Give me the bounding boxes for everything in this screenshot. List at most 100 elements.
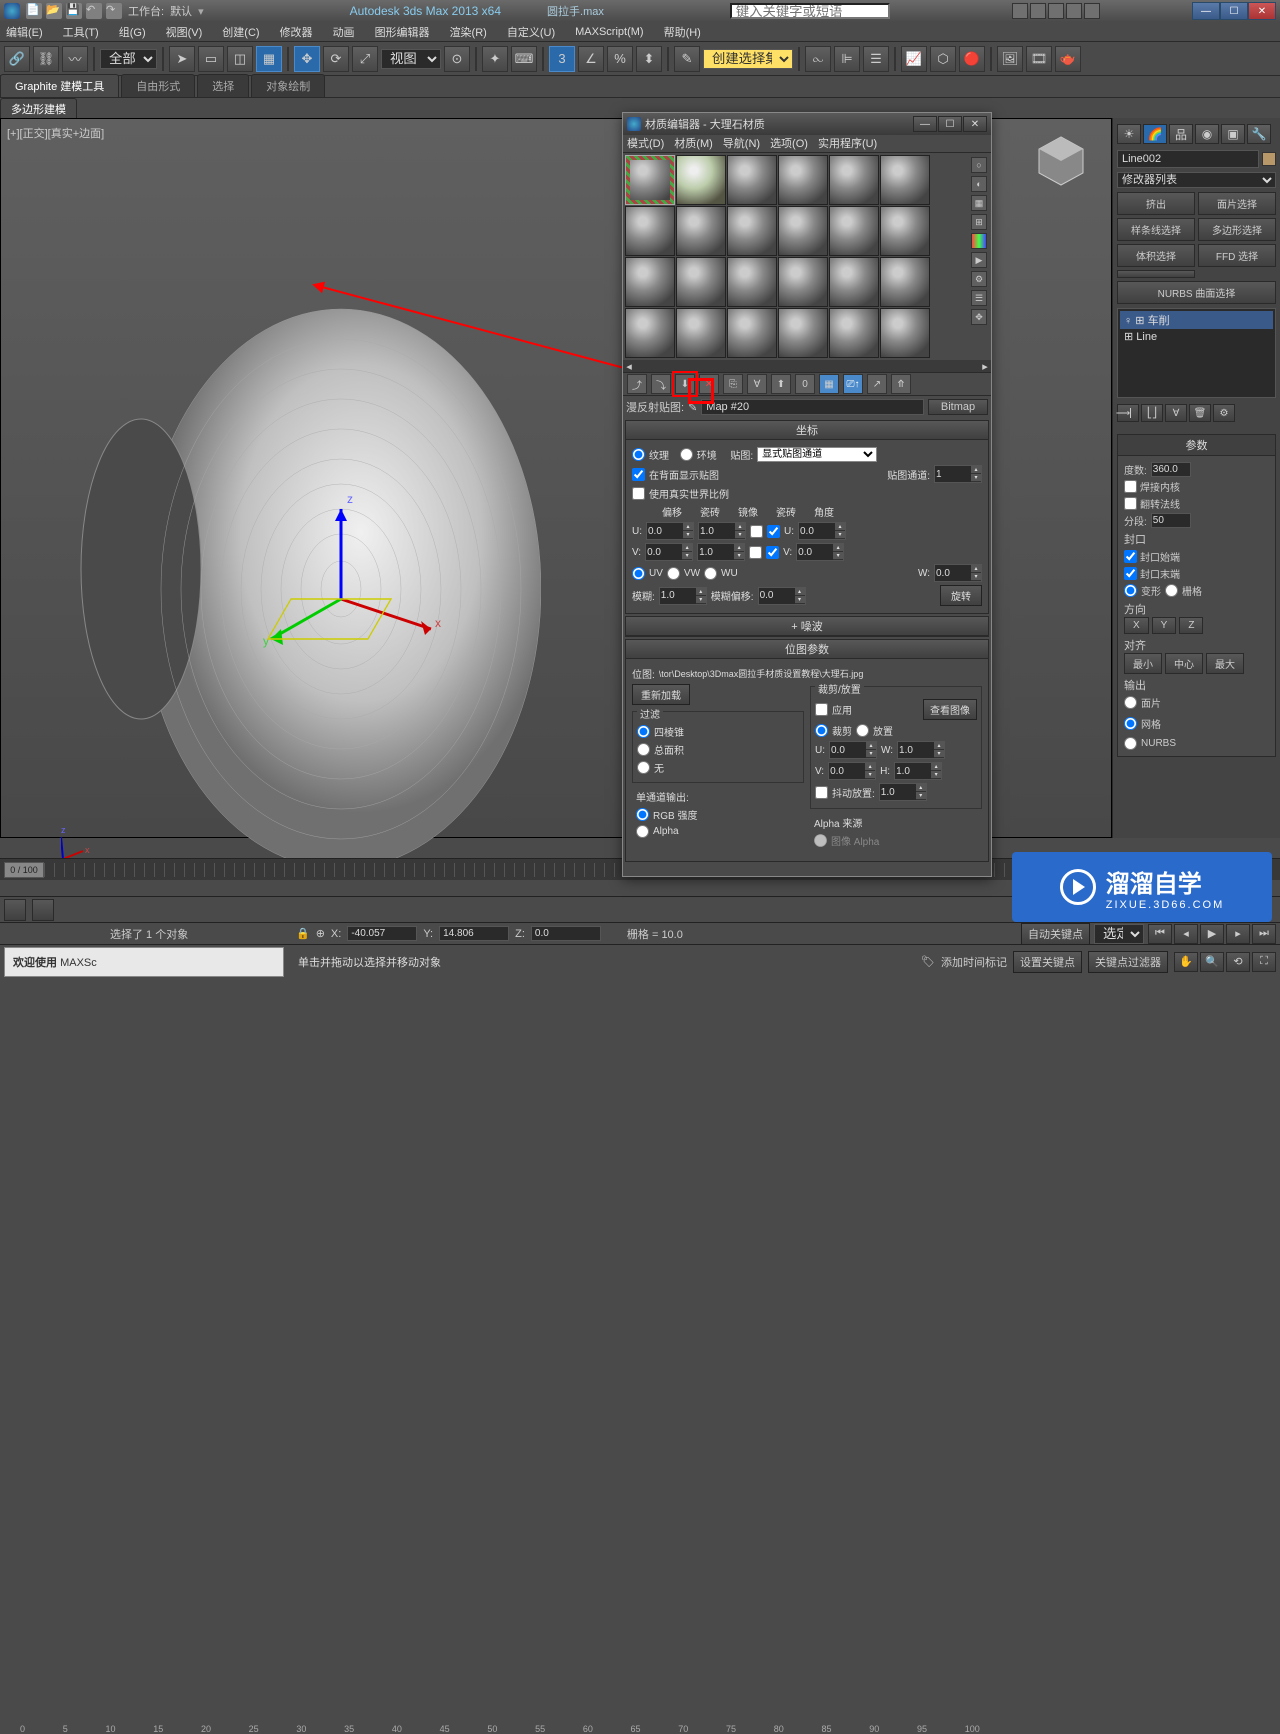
- crop-u[interactable]: [830, 742, 866, 758]
- bluroffset-input[interactable]: [759, 588, 795, 604]
- keymode-icon[interactable]: ⌨: [511, 46, 537, 72]
- unlink-icon[interactable]: ⛓: [33, 46, 59, 72]
- me-menu-util[interactable]: 实用程序(U): [818, 135, 877, 152]
- angle-snap-icon[interactable]: ∠: [578, 46, 604, 72]
- mat-slot-13[interactable]: [625, 257, 675, 307]
- mat-slot-24[interactable]: [880, 308, 930, 358]
- v-mirror[interactable]: [749, 546, 762, 559]
- w-angle[interactable]: [935, 565, 971, 581]
- ref-coord[interactable]: 视图: [381, 49, 441, 69]
- align-max[interactable]: 最大: [1206, 653, 1244, 674]
- select-name-icon[interactable]: ▭: [198, 46, 224, 72]
- mat-slot-17[interactable]: [829, 257, 879, 307]
- menu-customize[interactable]: 自定义(U): [507, 24, 555, 40]
- weld-check[interactable]: [1124, 480, 1137, 493]
- pivot-icon[interactable]: ⊙: [444, 46, 470, 72]
- mat-slot-6[interactable]: [880, 155, 930, 205]
- crop-radio[interactable]: [815, 724, 828, 737]
- mat-slot-9[interactable]: [727, 206, 777, 256]
- align-center[interactable]: 中心: [1165, 653, 1203, 674]
- me-map-name[interactable]: Map #20: [701, 399, 924, 415]
- schematic-icon[interactable]: ⬡: [930, 46, 956, 72]
- degrees-input[interactable]: [1151, 462, 1191, 477]
- qat-undo-icon[interactable]: ↶: [86, 3, 102, 19]
- modifier-list[interactable]: 修改器列表: [1117, 172, 1276, 188]
- signin-icon[interactable]: [1066, 3, 1082, 19]
- me-select-by-mat-icon[interactable]: ☰: [971, 290, 987, 306]
- layers-icon[interactable]: ☰: [863, 46, 889, 72]
- align-icon[interactable]: ⊫: [834, 46, 860, 72]
- me-video-color-icon[interactable]: [971, 233, 987, 249]
- scripteditor-icon[interactable]: [4, 899, 26, 921]
- make-unique-icon[interactable]: ∀: [1165, 404, 1187, 422]
- named-selset[interactable]: 创建选择集: [703, 49, 793, 69]
- crop-w[interactable]: [898, 742, 934, 758]
- uv-radio[interactable]: [632, 567, 645, 580]
- texture-radio[interactable]: [632, 448, 645, 461]
- params-header[interactable]: 参数: [1118, 435, 1275, 456]
- selection-filter[interactable]: 全部: [100, 49, 157, 69]
- rotate-button[interactable]: 旋转: [940, 585, 982, 606]
- u-mirror[interactable]: [750, 525, 763, 538]
- out-nurbs[interactable]: [1124, 737, 1137, 750]
- mat-slot-1[interactable]: [625, 155, 675, 205]
- mat-slot-10[interactable]: [778, 206, 828, 256]
- time-tag-icon[interactable]: 🏷: [921, 955, 935, 968]
- remove-mod-icon[interactable]: 🗑: [1189, 404, 1211, 422]
- mod-volsel[interactable]: 体积选择: [1117, 244, 1195, 267]
- play-icon[interactable]: ▶: [1200, 924, 1224, 944]
- mat-slot-7[interactable]: [625, 206, 675, 256]
- me-menu-nav[interactable]: 导航(N): [723, 135, 760, 152]
- configure-icon[interactable]: ⚙: [1213, 404, 1235, 422]
- filter-pyr[interactable]: [637, 725, 650, 738]
- wu-radio[interactable]: [704, 567, 717, 580]
- mod-extrude[interactable]: 挤出: [1117, 192, 1195, 215]
- object-name[interactable]: Line002: [1117, 150, 1259, 168]
- qat-redo-icon[interactable]: ↷: [106, 3, 122, 19]
- u-offset[interactable]: [647, 523, 683, 539]
- me-assign-icon[interactable]: ⬇: [675, 374, 695, 394]
- material-editor-icon[interactable]: 🔴: [959, 46, 985, 72]
- tab-graphite[interactable]: Graphite 建模工具: [0, 74, 119, 97]
- spinner-snap-icon[interactable]: ⬍: [636, 46, 662, 72]
- me-gonav-icon[interactable]: ↗: [867, 374, 887, 394]
- mat-slot-2[interactable]: [676, 155, 726, 205]
- mat-slot-18[interactable]: [880, 257, 930, 307]
- link-icon[interactable]: 🔗: [4, 46, 30, 72]
- goto-start-icon[interactable]: ⏮: [1148, 924, 1172, 944]
- dir-x[interactable]: X: [1124, 617, 1149, 634]
- dir-y[interactable]: Y: [1152, 617, 1177, 634]
- v-angle[interactable]: [797, 544, 833, 560]
- scale-icon[interactable]: ⤢: [352, 46, 378, 72]
- maximize-button[interactable]: ☐: [1220, 2, 1248, 20]
- v-offset[interactable]: [646, 544, 682, 560]
- tab-hierarchy-icon[interactable]: 品: [1169, 124, 1193, 144]
- info-icon[interactable]: [1030, 3, 1046, 19]
- morph-radio[interactable]: [1124, 584, 1137, 597]
- window-crossing-icon[interactable]: ▦: [256, 46, 282, 72]
- snap-icon[interactable]: 3: [549, 46, 575, 72]
- z-input[interactable]: [531, 926, 601, 941]
- coord-header[interactable]: 坐标: [626, 421, 988, 440]
- realworld-check[interactable]: [632, 487, 645, 500]
- nav-orbit-icon[interactable]: ⟲: [1226, 952, 1250, 972]
- mat-slot-11[interactable]: [829, 206, 879, 256]
- menu-help[interactable]: 帮助(H): [664, 24, 701, 40]
- help2-icon[interactable]: [1084, 3, 1100, 19]
- v-tile[interactable]: [698, 544, 734, 560]
- mod-polysel[interactable]: 多边形选择: [1198, 218, 1276, 241]
- me-maximize[interactable]: ☐: [938, 116, 962, 132]
- menu-group[interactable]: 组(G): [119, 24, 146, 40]
- menu-render[interactable]: 渲染(R): [450, 24, 487, 40]
- tab-utilities-icon[interactable]: 🔧: [1247, 124, 1271, 144]
- viewcube[interactable]: [1031, 129, 1091, 189]
- mod-ffdsel[interactable]: FFD 选择: [1198, 244, 1276, 267]
- workspace-value[interactable]: 默认: [170, 3, 192, 19]
- me-menu-options[interactable]: 选项(O): [770, 135, 808, 152]
- mono-rgb[interactable]: [636, 808, 649, 821]
- render-setup-icon[interactable]: 🖼: [997, 46, 1023, 72]
- dir-z[interactable]: Z: [1179, 617, 1203, 634]
- segments-input[interactable]: [1151, 513, 1191, 528]
- mapchannel-input[interactable]: [935, 466, 971, 482]
- me-close[interactable]: ✕: [963, 116, 987, 132]
